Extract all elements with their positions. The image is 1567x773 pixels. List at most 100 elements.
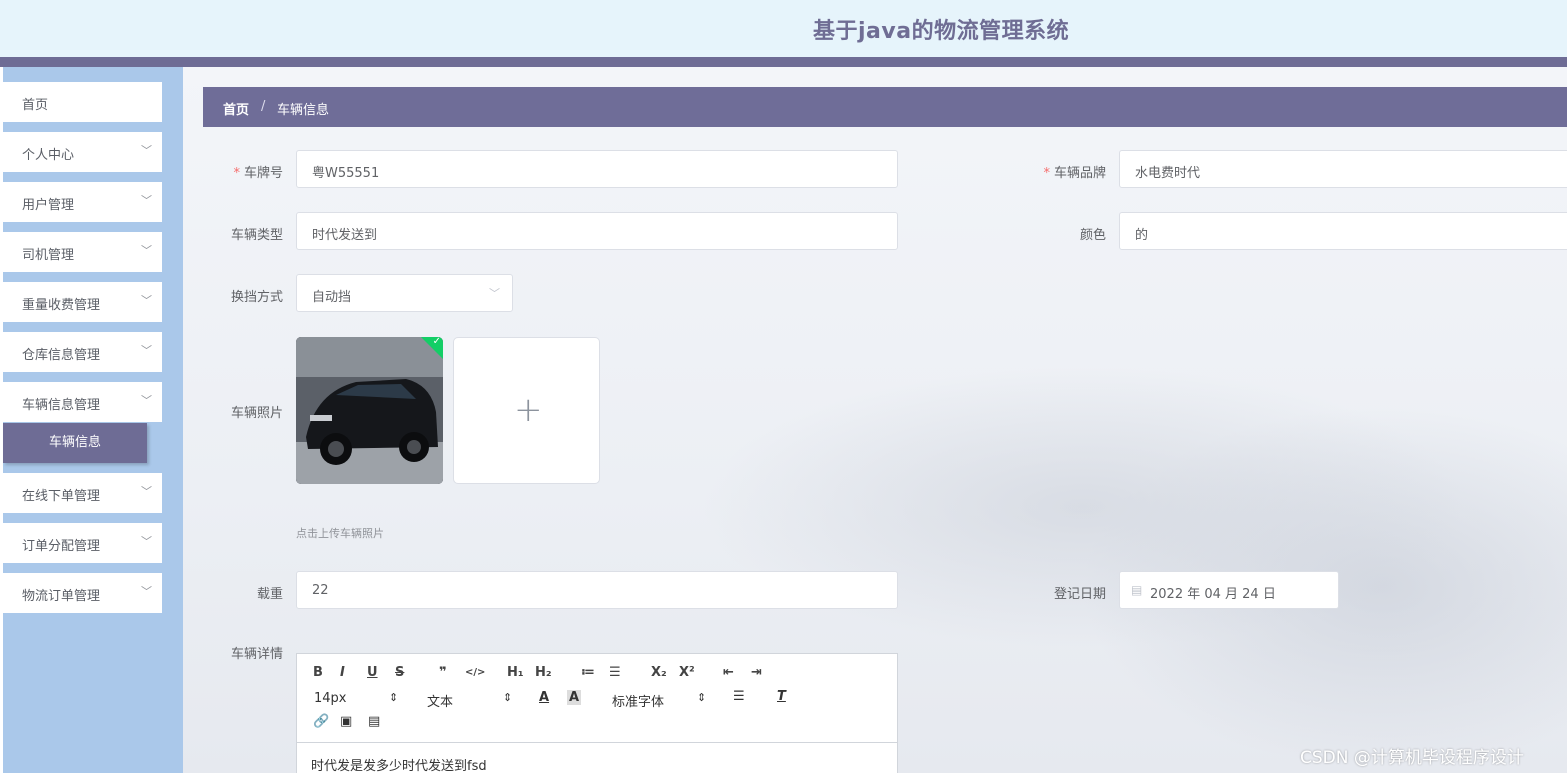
vehicle-photo-thumbnail[interactable]: ✓ (296, 337, 443, 484)
sidebar-item-label: 物流订单管理 (22, 589, 101, 604)
sidebar-item-label: 用户管理 (22, 198, 75, 213)
type-field[interactable]: 时代发送到 (296, 212, 898, 250)
plate-label: * 车牌号 (233, 166, 283, 181)
brand-field[interactable]: 水电费时代 (1119, 150, 1567, 188)
rich-text-editor[interactable]: B I U S ❞ </> H₁ H₂ ≔ ☰ X₂ X² ⇤ ⇥ 14px ⇕… (296, 653, 898, 773)
load-value: 22 (312, 583, 329, 598)
subscript-button[interactable]: X₂ (651, 665, 667, 680)
car-image (296, 337, 443, 484)
editor-toolbar: B I U S ❞ </> H₁ H₂ ≔ ☰ X₂ X² ⇤ ⇥ 14px ⇕… (297, 654, 897, 743)
sidebar-item-weight-fee[interactable]: 重量收费管理 ﹀ (3, 282, 162, 322)
watermark: CSDN @计算机毕设程序设计 (1300, 748, 1524, 768)
check-mark: ✓ (432, 337, 441, 347)
clear-format-icon[interactable]: T (777, 689, 786, 704)
app-title: 基于java的物流管理系统 (813, 19, 1070, 44)
chevron-down-icon: ﹀ (141, 144, 152, 157)
sidebar-item-label: 订单分配管理 (22, 539, 101, 554)
bullet-list-button[interactable]: ☰ (609, 665, 621, 680)
chevron-down-icon: ﹀ (141, 244, 152, 257)
image-icon[interactable]: ▣ (340, 714, 352, 729)
breadcrumb-current: 车辆信息 (277, 103, 330, 118)
superscript-button[interactable]: X² (679, 665, 695, 680)
gear-label: 换挡方式 (230, 290, 283, 305)
color-label: 颜色 (1079, 228, 1106, 243)
brand-label: * 车辆品牌 (1043, 166, 1106, 181)
upload-photo-button[interactable]: + (453, 337, 600, 484)
sidebar-item-label: 司机管理 (22, 248, 75, 263)
sidebar-item-order-assign[interactable]: 订单分配管理 ﹀ (3, 523, 162, 563)
chevron-down-icon: ﹀ (141, 485, 152, 498)
sidebar-item-label: 车辆信息管理 (22, 398, 101, 413)
chevron-down-icon: ﹀ (141, 585, 152, 598)
indent-button[interactable]: ⇥ (751, 665, 762, 680)
sidebar-item-vehicle-management[interactable]: 车辆信息管理 ﹀ (3, 382, 162, 422)
sidebar-item-driver-management[interactable]: 司机管理 ﹀ (3, 232, 162, 272)
link-icon[interactable]: 🔗 (313, 714, 329, 729)
brand-value: 水电费时代 (1135, 166, 1201, 181)
font-family-select[interactable]: 标准字体 (612, 691, 664, 710)
chevron-down-icon: ﹀ (141, 394, 152, 407)
type-value: 时代发送到 (312, 228, 378, 243)
sidebar-item-label: 首页 (22, 98, 49, 113)
outdent-button[interactable]: ⇤ (723, 665, 734, 680)
chevron-down-icon: ﹀ (489, 287, 500, 300)
date-picker[interactable]: ▤ 2022 年 04 月 24 日 (1119, 571, 1339, 609)
upload-tip: 点击上传车辆照片 (296, 527, 384, 540)
sidebar-item-label: 个人中心 (22, 148, 75, 163)
select-arrow-icon: ⇕ (697, 691, 707, 704)
main-content: 首页 / 车辆信息 * 车牌号 粤W55551 * 车辆品牌 水电费时代 车辆类型 … (183, 67, 1567, 773)
chevron-down-icon: ﹀ (141, 344, 152, 357)
sidebar-item-home[interactable]: 首页 (3, 82, 162, 122)
ordered-list-button[interactable]: ≔ (581, 665, 595, 680)
detail-label: 车辆详情 (230, 647, 283, 662)
strike-button[interactable]: S (395, 665, 404, 680)
load-field[interactable]: 22 (296, 571, 898, 609)
code-button[interactable]: </> (465, 667, 485, 678)
date-label: 登记日期 (1053, 587, 1106, 602)
sidebar-item-label: 仓库信息管理 (22, 348, 101, 363)
sidebar-item-personal-center[interactable]: 个人中心 ﹀ (3, 132, 162, 172)
font-color-icon[interactable]: A (539, 690, 549, 705)
editor-content[interactable]: 时代发是发多少时代发送到fsd (311, 755, 487, 773)
text-style-select[interactable]: 文本 (427, 691, 453, 710)
underline-button[interactable]: U (367, 665, 378, 680)
video-icon[interactable]: ▤ (368, 714, 380, 729)
chevron-down-icon: ﹀ (141, 194, 152, 207)
select-arrow-icon: ⇕ (503, 691, 513, 704)
italic-button[interactable]: I (340, 665, 345, 680)
blockquote-button[interactable]: ❞ (439, 665, 447, 680)
gear-select[interactable]: 自动挡 ﹀ (296, 274, 513, 312)
color-value: 的 (1135, 228, 1149, 243)
sidebar-item-logistics-order[interactable]: 物流订单管理 ﹀ (3, 573, 162, 613)
bold-button[interactable]: B (313, 665, 323, 680)
breadcrumb-home[interactable]: 首页 (223, 99, 249, 118)
sidebar-item-warehouse[interactable]: 仓库信息管理 ﹀ (3, 332, 162, 372)
breadcrumb: 首页 / 车辆信息 (203, 87, 1567, 127)
type-label: 车辆类型 (230, 228, 283, 243)
load-label: 载重 (256, 587, 283, 602)
plus-icon: + (514, 390, 543, 430)
app-header: 基于java的物流管理系统 (0, 0, 1567, 57)
h2-button[interactable]: H₂ (535, 665, 552, 680)
plate-value: 粤W55551 (312, 166, 380, 181)
photo-label: 车辆照片 (230, 406, 283, 421)
sidebar-item-user-management[interactable]: 用户管理 ﹀ (3, 182, 162, 222)
plate-field[interactable]: 粤W55551 (296, 150, 898, 188)
sidebar-item-online-order[interactable]: 在线下单管理 ﹀ (3, 473, 162, 513)
h1-button[interactable]: H₁ (507, 665, 524, 680)
gear-value: 自动挡 (312, 290, 352, 305)
calendar-icon: ▤ (1131, 583, 1143, 597)
background-color-icon[interactable]: A (567, 690, 582, 705)
color-field[interactable]: 的 (1119, 212, 1567, 250)
sidebar-item-label: 在线下单管理 (22, 489, 101, 504)
breadcrumb-separator: / (261, 99, 266, 114)
sidebar-item-label: 重量收费管理 (22, 298, 101, 313)
chevron-down-icon: ﹀ (141, 294, 152, 307)
chevron-down-icon: ﹀ (141, 535, 152, 548)
font-size-select[interactable]: 14px (314, 691, 347, 706)
select-arrow-icon: ⇕ (389, 691, 399, 704)
sidebar-subitem-vehicle-info[interactable]: 车辆信息 (3, 423, 147, 463)
date-value: 2022 年 04 月 24 日 (1150, 587, 1276, 602)
header-divider (0, 57, 1567, 67)
align-icon[interactable]: ☰ (733, 689, 745, 704)
